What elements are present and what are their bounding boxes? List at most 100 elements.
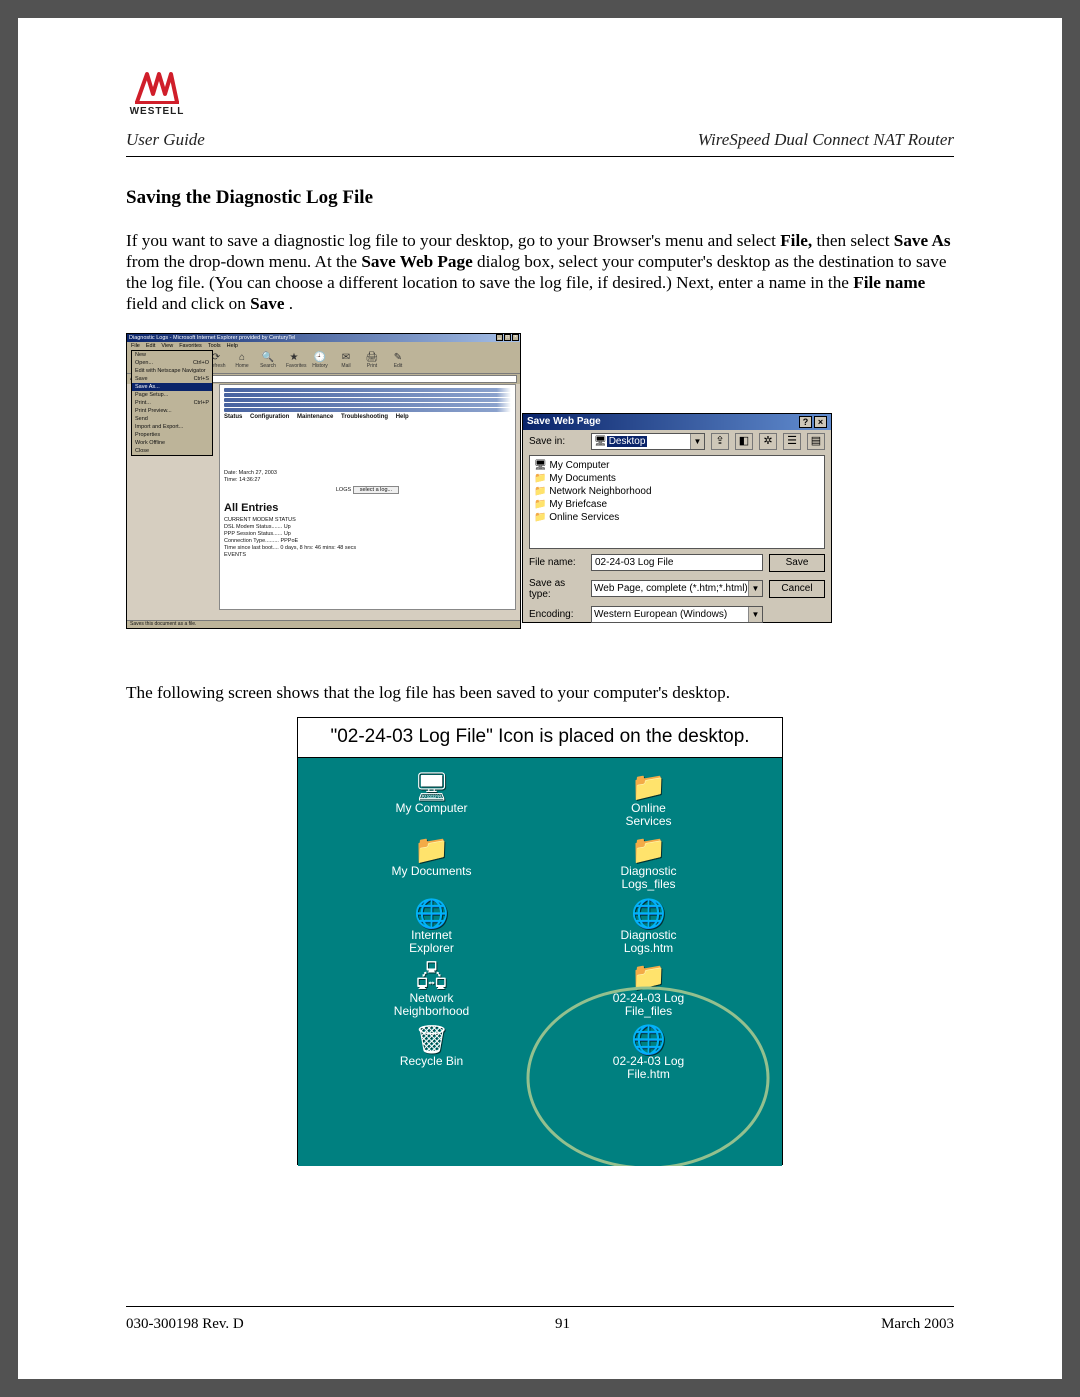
encoding-dropdown[interactable]: Western European (Windows) ▼ [591,606,763,623]
menu-tools[interactable]: Tools [208,343,221,349]
footer-left: 030-300198 Rev. D [126,1316,244,1333]
ie-statusbar: Saves this document as a file. [127,620,520,628]
save-button[interactable]: Save [769,554,825,572]
icon-glyph: 📁 [631,835,666,865]
file-menu-item[interactable]: SaveCtrl+S [132,375,212,383]
list-item[interactable]: Network Neighborhood [534,485,820,498]
save-web-page-dialog: Save Web Page ? × Save in: 🖥 Desktop ▼ ⇪… [522,413,832,623]
home-button[interactable]: ⌂Home [234,353,250,369]
instruction-paragraph: If you want to save a diagnostic log fil… [126,231,954,315]
file-menu-item[interactable]: Save As... [132,383,212,391]
icon-glyph: 📁 [631,772,666,802]
desktop-icon[interactable]: 🌐02-24-03 LogFile.htm [545,1025,752,1088]
dialog-toolbar-icons: ⇪ ◧ ✲ ☰ ▤ [711,433,825,450]
file-menu-item[interactable]: Open...Ctrl+O [132,359,212,367]
ie-menubar[interactable]: File Edit View Favorites Tools Help [127,342,520,350]
followup-text: The following screen shows that the log … [126,683,954,703]
westell-logo: WESTELL [126,70,188,122]
ie-window: Diagnostic Logs - Microsoft Internet Exp… [126,333,521,629]
desktop-caption: "02-24-03 Log File" Icon is placed on th… [298,718,782,758]
edit-button[interactable]: ✎Edit [390,353,406,369]
new-folder-icon[interactable]: ✲ [759,433,777,450]
desktop-icon[interactable]: 📁DiagnosticLogs_files [545,835,752,898]
chevron-down-icon[interactable]: ▼ [690,434,704,449]
icon-glyph: 📁 [631,962,666,992]
icon-label: 02-24-03 LogFile_files [613,992,684,1018]
close-icon[interactable]: × [814,416,827,428]
desktop-icon[interactable]: 📁02-24-03 LogFile_files [545,962,752,1025]
filename-label: File name: [529,557,585,568]
save-in-label: Save in: [529,436,585,447]
icon-glyph: 🌐 [414,899,449,929]
file-menu-item[interactable]: Page Setup... [132,391,212,399]
help-icon[interactable]: ? [799,416,812,428]
chevron-down-icon[interactable]: ▼ [748,581,762,596]
footer-right: March 2003 [881,1316,954,1333]
header-left: User Guide [126,130,205,150]
maximize-icon[interactable]: □ [504,334,511,341]
logo-block: WESTELL [126,70,954,122]
menu-file[interactable]: File [131,343,140,349]
file-list[interactable]: My ComputerMy DocumentsNetwork Neighborh… [529,455,825,549]
type-dropdown[interactable]: Web Page, complete (*.htm;*.html) ▼ [591,580,763,597]
screenshot-save-as: Diagnostic Logs - Microsoft Internet Exp… [126,333,832,629]
list-view-icon[interactable]: ☰ [783,433,801,450]
file-menu-item[interactable]: Close [132,447,212,455]
chevron-down-icon[interactable]: ▼ [748,607,762,622]
file-menu-item[interactable]: Properties [132,431,212,439]
file-menu-item[interactable]: New [132,351,212,359]
mail-button[interactable]: ✉Mail [338,353,354,369]
list-item[interactable]: My Documents [534,472,820,485]
details-view-icon[interactable]: ▤ [807,433,825,450]
section-title: Saving the Diagnostic Log File [126,187,954,209]
file-menu-item[interactable]: Print Preview... [132,407,212,415]
desktop-area: 🖥My Computer📁OnlineServices📁My Documents… [298,758,782,1166]
icon-label: My Computer [395,802,467,815]
page-nav: Status Configuration Maintenance Trouble… [224,414,511,420]
desktop-icon[interactable]: 📁OnlineServices [545,772,752,835]
desktop-icon[interactable]: 🖥My Computer [328,772,535,835]
icon-label: My Documents [391,865,471,878]
filename-input[interactable] [591,554,763,571]
file-menu-item[interactable]: Edit with Netscape Navigator [132,367,212,375]
desktop-icon[interactable]: 🌐InternetExplorer [328,899,535,962]
file-menu-item[interactable]: Work Offline [132,439,212,447]
file-menu-item[interactable]: Import and Export... [132,423,212,431]
menu-edit[interactable]: Edit [146,343,155,349]
file-menu-item[interactable]: Print...Ctrl+P [132,399,212,407]
close-icon[interactable]: × [512,334,519,341]
desktop-icon[interactable]: 🖧NetworkNeighborhood [328,962,535,1025]
menu-view[interactable]: View [161,343,173,349]
logo-text: WESTELL [130,106,185,117]
list-item[interactable]: My Briefcase [534,498,820,511]
favorites-button[interactable]: ★Favorites [286,353,302,369]
footer-rule [126,1306,954,1307]
list-item[interactable]: Online Services [534,511,820,524]
icon-glyph: 🌐 [631,1025,666,1055]
screenshot-desktop: "02-24-03 Log File" Icon is placed on th… [297,717,783,1165]
file-menu-item[interactable]: Send [132,415,212,423]
icon-glyph: 🗑 [414,1025,450,1055]
list-item[interactable]: My Computer [534,459,820,472]
desktop-icon[interactable]: 🗑Recycle Bin [328,1025,535,1088]
desktop-icon[interactable]: 🌐DiagnosticLogs.htm [545,899,752,962]
menu-favorites[interactable]: Favorites [179,343,202,349]
cancel-button[interactable]: Cancel [769,580,825,598]
save-in-dropdown[interactable]: 🖥 Desktop ▼ [591,433,705,450]
header-row: User Guide WireSpeed Dual Connect NAT Ro… [126,130,954,150]
search-button[interactable]: 🔍Search [260,353,276,369]
desktop-icon[interactable]: 📁My Documents [328,835,535,898]
up-folder-icon[interactable]: ⇪ [711,433,729,450]
print-button[interactable]: 🖨Print [364,353,380,369]
history-button[interactable]: 🕘History [312,353,328,369]
dialog-title: Save Web Page [527,416,601,427]
icon-glyph: 📁 [414,835,449,865]
icon-label: OnlineServices [625,802,671,828]
menu-help[interactable]: Help [227,343,238,349]
logs-select[interactable]: select a log... [353,486,399,494]
icon-label: InternetExplorer [409,929,454,955]
encoding-label: Encoding: [529,609,585,620]
minimize-icon[interactable]: _ [496,334,503,341]
file-menu-dropdown[interactable]: NewOpen...Ctrl+OEdit with Netscape Navig… [131,350,213,456]
desktop-icon[interactable]: ◧ [735,433,753,450]
